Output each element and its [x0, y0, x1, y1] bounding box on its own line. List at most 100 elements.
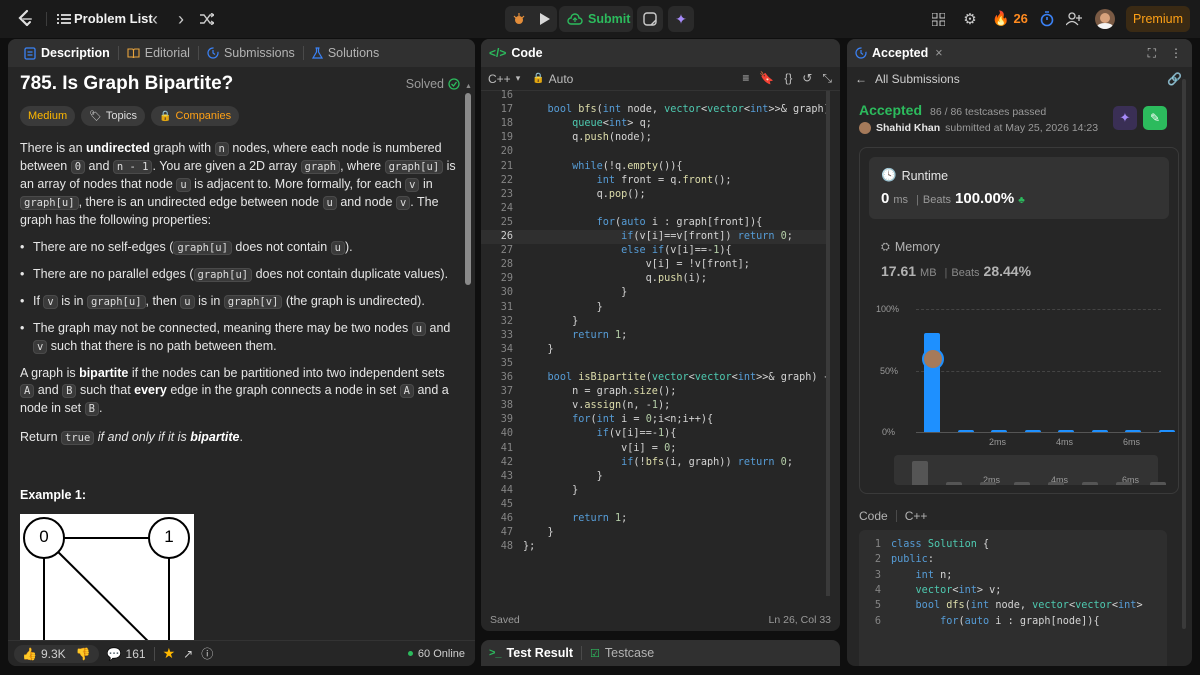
braces-icon[interactable]: {}	[784, 71, 792, 86]
code-line[interactable]: 48};	[481, 540, 826, 554]
list-icon[interactable]	[54, 9, 74, 29]
difficulty-badge[interactable]: Medium	[20, 106, 76, 126]
chart-bar[interactable]	[1158, 429, 1175, 432]
problem-list-link[interactable]: Problem List	[74, 11, 153, 26]
code-line[interactable]: 32 }	[481, 315, 826, 329]
code-line[interactable]: 22 int front = q.front();	[481, 174, 826, 188]
code-line[interactable]: 25 for(auto i : graph[front]){	[481, 216, 826, 230]
fullscreen-icon[interactable]: ⤡	[822, 71, 832, 86]
run-button[interactable]	[535, 9, 555, 29]
notes-button[interactable]	[637, 6, 663, 32]
code-line[interactable]: 38 v.assign(n, -1);	[481, 399, 826, 413]
code-line[interactable]: 42 if(!bfs(i, graph)) return 0;	[481, 456, 826, 470]
tab-code[interactable]: </> Code	[489, 39, 551, 67]
code-line[interactable]: 29 q.push(i);	[481, 272, 826, 286]
maximize-icon[interactable]: ⛶	[1148, 46, 1156, 61]
code-line[interactable]: 44 }	[481, 484, 826, 498]
chart-bar[interactable]	[1058, 429, 1074, 432]
code-line[interactable]: 47 }	[481, 526, 826, 540]
tab-submissions[interactable]: Submissions	[199, 39, 303, 67]
code-line[interactable]: 16	[481, 89, 826, 103]
add-friend-icon[interactable]	[1064, 9, 1084, 29]
memory-title[interactable]: ⛭ Memory	[881, 240, 940, 254]
code-line[interactable]: 24	[481, 202, 826, 216]
code-line[interactable]: 43 }	[481, 470, 826, 484]
close-icon[interactable]: ×	[935, 46, 942, 60]
tab-editorial[interactable]: Editorial	[119, 39, 198, 67]
more-icon[interactable]: ⋮	[1170, 46, 1182, 61]
tab-testcase[interactable]: ☑ Testcase	[582, 640, 662, 666]
tab-description[interactable]: Description	[16, 39, 118, 67]
shuffle-icon[interactable]	[197, 9, 217, 29]
thumbs-down-icon[interactable]: 👎	[76, 647, 91, 661]
edit-solution-button[interactable]: ✎	[1143, 106, 1167, 130]
tab-test-result[interactable]: >_ Test Result	[489, 640, 581, 666]
streak-counter[interactable]: 🔥 26	[992, 10, 1028, 27]
code-line[interactable]: 34 }	[481, 343, 826, 357]
timer-icon[interactable]	[1037, 9, 1057, 29]
star-icon[interactable]: ★	[163, 645, 176, 662]
submitted-code[interactable]: 1 class Solution {2 public: 3 int n; 4 vecto…	[859, 530, 1167, 666]
runtime-card[interactable]: 🕓 Runtime 0 ms | Beats 100.00% ♣	[869, 157, 1169, 219]
code-line[interactable]: 18 queue<int> q;	[481, 117, 826, 131]
code-line[interactable]: 41 v[i] = 0;	[481, 442, 826, 456]
leetcode-logo-icon[interactable]	[14, 9, 36, 29]
editor-scrollbar[interactable]	[826, 91, 830, 596]
code-line[interactable]: 27 else if(v[i]==-1){	[481, 244, 826, 258]
chart-bar[interactable]	[1024, 429, 1041, 432]
layout-grid-icon[interactable]	[928, 9, 948, 29]
bookmark-icon[interactable]: 🔖	[759, 71, 774, 86]
chevron-left-icon[interactable]: ‹	[145, 9, 165, 29]
code-line[interactable]: 31 }	[481, 301, 826, 315]
code-line[interactable]: 45	[481, 498, 826, 512]
chart-bar[interactable]	[1125, 429, 1141, 432]
chart-range-selector[interactable]: 2ms 4ms 6ms	[894, 455, 1166, 485]
settings-gear-icon[interactable]: ⚙	[960, 9, 980, 29]
ai-analyze-button[interactable]: ✦	[1113, 106, 1137, 130]
code-line[interactable]: 19 q.push(node);	[481, 131, 826, 145]
help-icon[interactable]: ⓘ	[201, 645, 213, 662]
code-line[interactable]: 35	[481, 357, 826, 371]
code-line[interactable]: 30 }	[481, 286, 826, 300]
panel-scrollbar[interactable]	[1182, 79, 1186, 629]
tab-accepted[interactable]: Accepted ×	[855, 39, 951, 67]
code-line[interactable]: 28 v[i] = !v[front];	[481, 258, 826, 272]
scroll-up-icon[interactable]: ▲	[465, 83, 472, 90]
code-line[interactable]: 20	[481, 145, 826, 159]
reset-icon[interactable]: ↺	[802, 71, 812, 86]
code-line[interactable]: 21 while(!q.empty()){	[481, 160, 826, 174]
scrollbar-thumb[interactable]	[465, 93, 471, 285]
chart-bar[interactable]	[1091, 429, 1108, 432]
chart-bar[interactable]	[991, 429, 1007, 432]
companies-tag[interactable]: 🔒 Companies	[151, 106, 240, 126]
submit-button[interactable]: Submit	[559, 6, 633, 32]
code-line[interactable]: 36 bool isBipartite(vector<vector<int>>&…	[481, 371, 830, 385]
scrollbar[interactable]: ▲ ▼	[464, 83, 472, 648]
code-line[interactable]: 23 q.pop();	[481, 188, 826, 202]
chart-bar[interactable]	[957, 429, 974, 432]
submitter-name[interactable]: Shahid Khan	[876, 122, 940, 134]
like-button[interactable]: 👍 9.3K 👎	[14, 644, 99, 663]
format-icon[interactable]: ≡	[742, 71, 749, 86]
code-line[interactable]: 33 return 1;	[481, 329, 826, 343]
debug-icon[interactable]	[509, 9, 529, 29]
link-icon[interactable]: 🔗	[1167, 72, 1182, 86]
premium-button[interactable]: Premium	[1126, 6, 1190, 32]
comments-button[interactable]: 💬 161	[107, 647, 146, 661]
share-icon[interactable]: ↗	[183, 647, 193, 661]
code-line[interactable]: 39 for(int i = 0;i<n;i++){	[481, 413, 826, 427]
language-select[interactable]: C++	[488, 72, 511, 86]
all-submissions-link[interactable]: ← All Submissions 🔗	[847, 67, 1192, 91]
code-line[interactable]: 17 bool bfs(int node, vector<vector<int>…	[481, 103, 830, 117]
tab-solutions[interactable]: Solutions	[304, 39, 387, 67]
chevron-right-icon[interactable]: ›	[171, 9, 191, 29]
chevron-down-icon[interactable]: ▾	[516, 73, 521, 84]
code-editor[interactable]: 16 17 bool bfs(int node, vector<vector<in…	[481, 89, 830, 599]
topics-tag[interactable]: 🏷 Topics	[81, 106, 146, 126]
code-line[interactable]: 37 n = graph.size();	[481, 385, 826, 399]
user-avatar[interactable]	[1095, 9, 1115, 29]
code-line[interactable]: 46 return 1;	[481, 512, 826, 526]
code-line[interactable]: 40 if(v[i]==-1){	[481, 427, 826, 441]
code-line[interactable]: 26 if(v[i]==v[front]) return 0;	[481, 230, 826, 245]
ai-assist-button[interactable]: ✦	[668, 6, 694, 32]
